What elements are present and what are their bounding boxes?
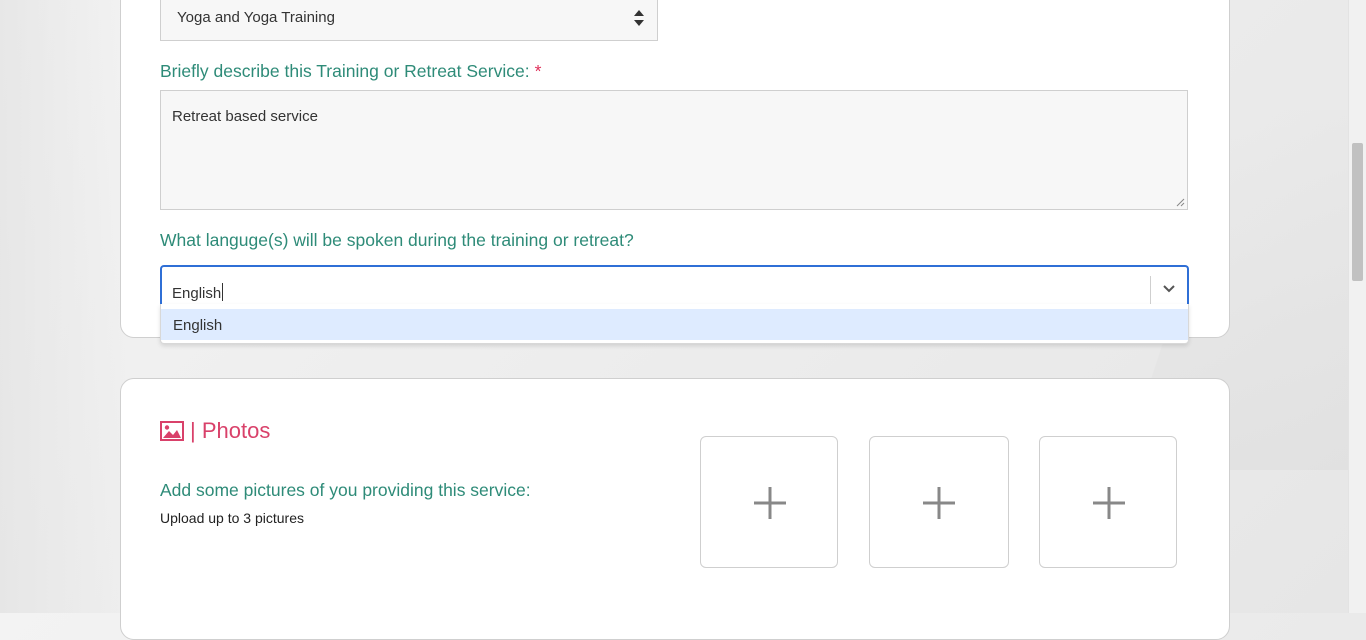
language-input-value[interactable]: English xyxy=(172,283,224,302)
text-cursor xyxy=(222,283,224,301)
language-input-text: English xyxy=(172,285,222,302)
language-combobox[interactable]: English xyxy=(160,265,1189,309)
category-select-value: Yoga and Yoga Training xyxy=(177,9,335,26)
scrollbar-thumb[interactable] xyxy=(1352,143,1363,281)
language-label: What languge(s) will be spoken during th… xyxy=(160,230,634,250)
chevron-down-icon[interactable] xyxy=(1161,281,1177,295)
plus-icon xyxy=(754,487,786,519)
language-dropdown-menu: English xyxy=(160,304,1189,344)
language-option-label: English xyxy=(173,317,223,334)
required-asterisk: * xyxy=(534,61,542,81)
description-label-text: Briefly describe this Training or Retrea… xyxy=(160,61,530,81)
plus-icon xyxy=(1093,487,1125,519)
page-scrollbar[interactable] xyxy=(1348,0,1366,613)
category-select[interactable]: Yoga and Yoga Training xyxy=(160,0,658,41)
plus-icon xyxy=(923,487,955,519)
photo-upload-slot-2[interactable] xyxy=(869,436,1009,568)
photos-heading: | Photos xyxy=(160,416,270,446)
photos-hint: Upload up to 3 pictures xyxy=(160,510,304,526)
photo-upload-slot-1[interactable] xyxy=(700,436,838,568)
background-gradient xyxy=(0,0,130,613)
description-textarea[interactable]: Retreat based service xyxy=(160,90,1188,210)
combobox-separator xyxy=(1150,276,1151,306)
sort-arrows-icon xyxy=(634,10,644,26)
photo-upload-slot-3[interactable] xyxy=(1039,436,1177,568)
image-icon xyxy=(160,421,184,441)
description-label: Briefly describe this Training or Retrea… xyxy=(160,61,541,82)
photos-prompt: Add some pictures of you providing this … xyxy=(160,480,531,500)
language-option[interactable]: English xyxy=(161,309,1188,340)
photos-title: | Photos xyxy=(190,418,271,443)
description-value: Retreat based service xyxy=(172,108,318,125)
resize-grip-icon[interactable] xyxy=(1176,198,1185,207)
